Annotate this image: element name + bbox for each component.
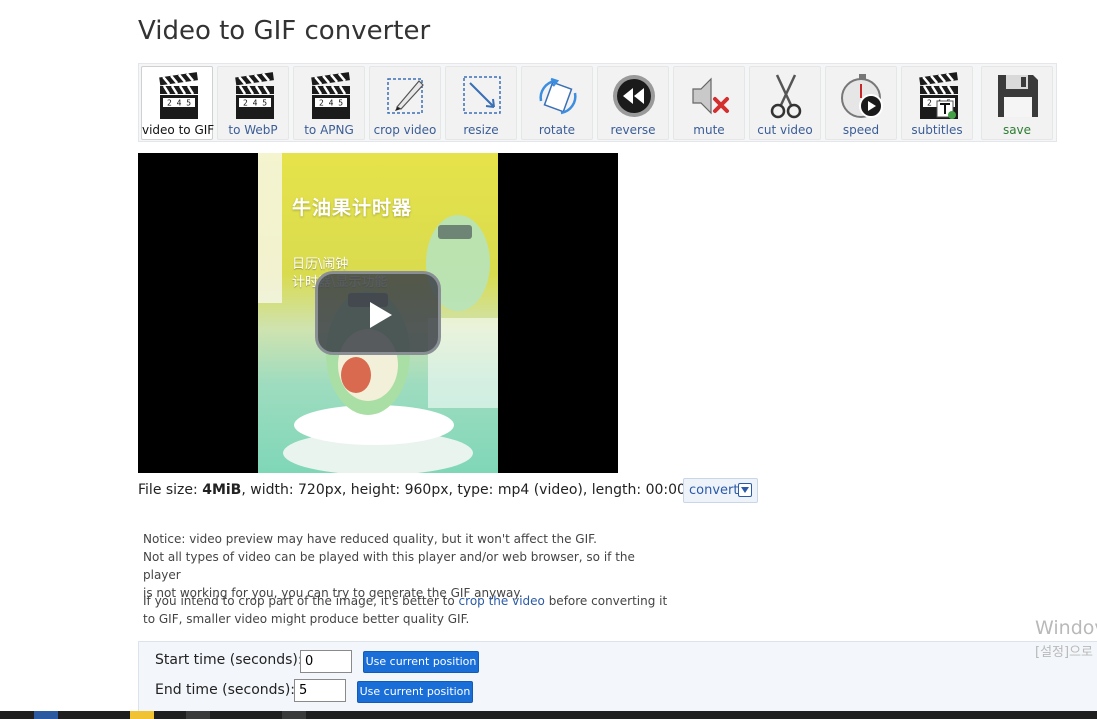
clapperboard-text-icon: 2 4 5: [919, 72, 958, 119]
tool-reverse[interactable]: reverse: [597, 66, 669, 140]
tool-label: video to GIF: [142, 123, 215, 137]
convert-button[interactable]: convert: [683, 478, 758, 503]
tool-cut-video[interactable]: cut video: [749, 66, 821, 140]
crop-icon: [387, 78, 424, 114]
clapperboard-icon: 2 4 5: [235, 72, 274, 119]
tool-to-webp[interactable]: 2 4 5 to WebP: [217, 66, 289, 140]
taskbar-app-icon[interactable]: [186, 711, 210, 719]
file-info-details: , width: 720px, height: 960px, type: mp4…: [241, 482, 709, 498]
file-info: File size: 4MiB, width: 720px, height: 9…: [138, 482, 708, 498]
notice-line: Not all types of video can be played wit…: [143, 550, 635, 582]
use-current-position-end-button[interactable]: Use current position: [357, 681, 473, 703]
tool-mute[interactable]: mute: [673, 66, 745, 140]
taskbar-app-icon[interactable]: [282, 711, 306, 719]
tool-label: rotate: [538, 123, 576, 137]
tool-crop-video[interactable]: crop video: [369, 66, 441, 140]
tool-save[interactable]: save: [981, 66, 1053, 140]
notice-text: Notice: video preview may have reduced q…: [143, 530, 667, 626]
scissors-icon: [770, 74, 802, 119]
rewind-icon: [613, 75, 655, 117]
taskbar-app-icon[interactable]: [130, 711, 154, 719]
tool-label: to APNG: [304, 123, 354, 137]
tool-label: resize: [463, 123, 499, 137]
clapper-digits: 2 4 5: [167, 99, 191, 108]
taskbar-app-icon[interactable]: [34, 711, 58, 719]
tool-video-to-gif[interactable]: 2 4 5 video to GIF: [141, 66, 215, 140]
taskbar: [0, 711, 1097, 719]
video-title-overlay: 牛油果计时器: [292, 197, 413, 219]
crop-notice: If you intend to crop part of the image,…: [143, 592, 667, 628]
crop-notice-text: to GIF, smaller video might produce bett…: [143, 612, 470, 626]
start-time-label: Start time (seconds):: [155, 652, 303, 668]
crop-notice-text: before converting it: [544, 594, 668, 608]
tool-to-apng[interactable]: 2 4 5 to APNG: [293, 66, 365, 140]
windows-activation-watermark-sub: [설정]으로: [1035, 645, 1093, 660]
file-size-value: 4MiB: [202, 482, 242, 498]
video-caption-line: 日历\闹钟: [292, 257, 349, 272]
tool-toolbar: 2 4 5 video to GIF 2 4 5 to WebP 2 4 5 t…: [138, 63, 1057, 142]
tool-label: mute: [693, 123, 725, 137]
start-time-input[interactable]: [300, 650, 352, 673]
use-current-position-start-button[interactable]: Use current position: [363, 651, 479, 673]
play-icon: [370, 302, 392, 328]
crop-notice-text: If you intend to crop part of the image,…: [143, 594, 459, 608]
download-arrow-icon: [738, 483, 752, 497]
tool-label: speed: [842, 123, 880, 137]
play-button[interactable]: [315, 271, 441, 355]
clapper-digits: 2 4 5: [319, 99, 343, 108]
page-title: Video to GIF converter: [138, 16, 431, 46]
file-info-prefix: File size:: [138, 482, 203, 498]
windows-activation-watermark: Windov: [1035, 617, 1097, 639]
tool-label: subtitles: [911, 123, 963, 137]
clapperboard-icon: 2 4 5: [159, 72, 198, 119]
tool-resize[interactable]: resize: [445, 66, 517, 140]
video-player[interactable]: 牛油果计时器 日历\闹钟 计时器\显示功能: [138, 153, 618, 473]
clapper-digits: 2 4 5: [243, 99, 267, 108]
tool-rotate[interactable]: rotate: [521, 66, 593, 140]
tool-label: to WebP: [228, 123, 278, 137]
end-time-input[interactable]: [294, 679, 346, 702]
stopwatch-play-icon: [841, 74, 883, 118]
rotate-icon: [539, 77, 577, 115]
tool-speed[interactable]: speed: [825, 66, 897, 140]
time-range-panel: Start time (seconds): Use current positi…: [138, 641, 1097, 719]
tool-label: cut video: [757, 123, 813, 137]
mute-speaker-icon: [692, 77, 729, 115]
tool-label: reverse: [610, 123, 656, 137]
tool-label: save: [1002, 123, 1032, 137]
tool-label: crop video: [373, 123, 437, 137]
tool-subtitles[interactable]: 2 4 5 subtitles: [901, 66, 973, 140]
crop-video-link[interactable]: crop the video: [459, 594, 545, 608]
resize-icon: [463, 76, 501, 114]
end-time-label: End time (seconds):: [155, 682, 295, 698]
convert-label: convert: [689, 483, 739, 498]
notice-line: Notice: video preview may have reduced q…: [143, 532, 597, 546]
clapperboard-icon: 2 4 5: [311, 72, 350, 119]
floppy-disk-icon: [998, 75, 1038, 117]
